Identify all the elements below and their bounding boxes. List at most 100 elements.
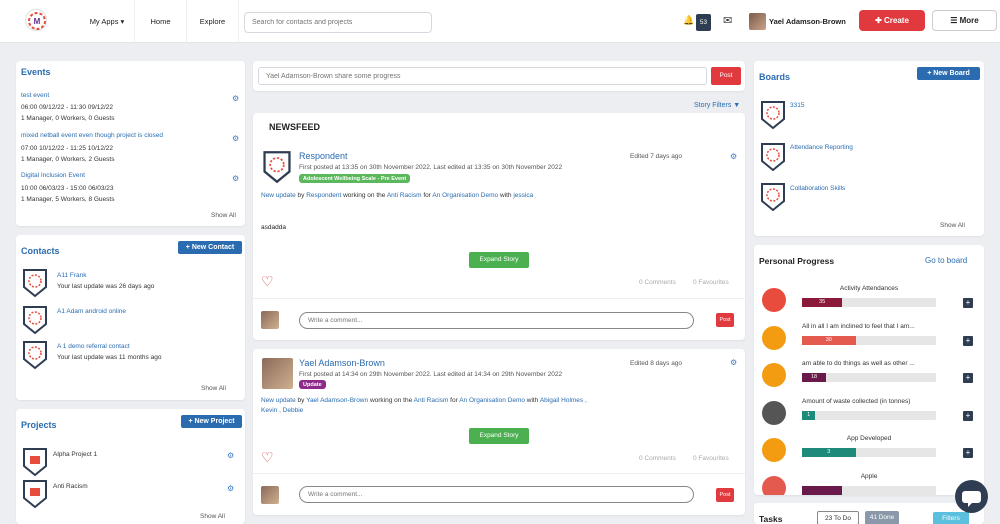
text-for: for <box>450 397 458 404</box>
heart-icon[interactable]: ♡ <box>261 273 274 290</box>
chat-icon[interactable] <box>955 480 988 513</box>
author-link[interactable]: Respondent <box>306 192 341 199</box>
gear-icon[interactable]: ⚙ <box>232 174 239 183</box>
project-link[interactable]: Anti Racism <box>387 192 422 199</box>
go-to-board-link[interactable]: Go to board <box>925 256 967 265</box>
progress-bar-value: 3 <box>802 448 856 457</box>
progress-bar: 35 <box>802 298 936 307</box>
add-progress-button[interactable]: + <box>963 448 973 458</box>
filters-button[interactable]: Filters <box>933 512 969 524</box>
heart-icon[interactable]: ♡ <box>261 449 274 466</box>
comment-post-button[interactable]: Post <box>716 488 734 502</box>
comment-input[interactable] <box>299 486 694 503</box>
contacts-show-all[interactable]: Show All <box>201 385 226 392</box>
story-posted: First posted at 14:34 on 29th November 2… <box>299 371 563 378</box>
gear-icon[interactable]: ⚙ <box>730 152 737 161</box>
contact-name[interactable]: A 1 demo referral contact <box>57 343 130 350</box>
notification-badge[interactable]: 53 <box>696 14 711 31</box>
favourites-count[interactable]: 0 Favourites <box>693 279 729 286</box>
event-time: 10:00 06/03/23 - 15:00 06/03/23 <box>21 185 114 192</box>
story-update-line: New update by Respondent working on the … <box>261 191 561 201</box>
progress-bar: 1 <box>802 410 936 420</box>
projects-show-all[interactable]: Show All <box>200 513 225 520</box>
contact-update: Your last update was 26 days ago <box>57 283 155 290</box>
comment-input[interactable] <box>299 312 694 329</box>
contact-shield-icon <box>22 268 48 298</box>
svg-text:M: M <box>34 17 41 26</box>
expand-story-button[interactable]: Expand Story <box>469 428 529 444</box>
gear-icon[interactable]: ⚙ <box>227 484 234 493</box>
event-name[interactable]: test event <box>21 92 49 99</box>
add-progress-button[interactable]: + <box>963 410 973 421</box>
project-shield-icon <box>22 447 48 477</box>
text-working: working on the <box>343 192 386 199</box>
boards-title: Boards <box>759 72 791 82</box>
new-contact-button[interactable]: + New Contact <box>178 241 242 254</box>
nav-explore[interactable]: Explore <box>187 0 239 43</box>
favourites-count[interactable]: 0 Favourites <box>693 455 729 462</box>
new-project-button[interactable]: + New Project <box>181 415 242 428</box>
organisation-link[interactable]: An Organisation Demo <box>459 397 525 404</box>
personal-progress-card: Personal Progress Go to board Activity A… <box>754 245 984 495</box>
expand-story-button[interactable]: Expand Story <box>469 252 529 268</box>
story-author[interactable]: Yael Adamson-Brown <box>299 358 385 368</box>
boards-show-all[interactable]: Show All <box>940 222 965 229</box>
projects-title: Projects <box>21 420 57 430</box>
user-name[interactable]: Yael Adamson-Brown <box>769 17 846 26</box>
mail-icon[interactable]: ✉ <box>723 14 732 27</box>
comment-post-button[interactable]: Post <box>716 313 734 327</box>
board-name[interactable]: Collaboration Skills <box>790 185 845 192</box>
progress-icon <box>762 400 786 425</box>
share-post-button[interactable]: Post <box>711 67 741 85</box>
story-author[interactable]: Respondent <box>299 151 348 161</box>
more-button[interactable]: ☰ More <box>932 10 997 31</box>
tab-todo[interactable]: 23 To Do <box>817 511 859 524</box>
text-by: by <box>297 192 305 199</box>
my-apps-menu[interactable]: My Apps ▾ <box>80 0 135 43</box>
update-link[interactable]: New update <box>261 397 296 404</box>
events-show-all[interactable]: Show All <box>211 212 236 219</box>
app-logo[interactable]: M <box>25 9 47 31</box>
event-name[interactable]: Digital Inclusion Event <box>21 172 85 179</box>
text-with: with <box>526 397 539 404</box>
board-name[interactable]: Attendance Reporting <box>790 144 853 151</box>
gear-icon[interactable]: ⚙ <box>730 358 737 367</box>
personal-progress-title: Personal Progress <box>759 256 835 266</box>
avatar[interactable] <box>749 13 766 30</box>
progress-icon <box>762 438 786 462</box>
event-name[interactable]: mixed netball event even though project … <box>21 132 163 139</box>
comments-count[interactable]: 0 Comments <box>639 455 676 462</box>
tab-done[interactable]: 41 Done <box>865 511 899 524</box>
story-filters-button[interactable]: Story Filters ▼ <box>694 102 740 109</box>
commenter-avatar <box>261 311 279 329</box>
add-progress-button[interactable]: + <box>963 373 973 383</box>
gear-icon[interactable]: ⚙ <box>227 451 234 460</box>
contact-name[interactable]: A1 Adam android online <box>57 308 126 315</box>
board-name[interactable]: 3315 <box>790 102 804 109</box>
share-progress-input[interactable] <box>258 67 707 85</box>
project-name[interactable]: Anti Racism <box>53 483 88 490</box>
create-button[interactable]: ✚ Create <box>859 10 925 31</box>
add-progress-button[interactable]: + <box>963 298 973 308</box>
search-input[interactable] <box>244 12 432 33</box>
with-link[interactable]: jessica <box>513 192 533 199</box>
bell-icon[interactable]: 🔔 <box>683 15 694 26</box>
nav-home[interactable]: Home <box>135 0 187 43</box>
story-tag: Adolescent Wellbeing Scale - Pre Event <box>299 174 411 183</box>
progress-bar-value: 18 <box>802 373 827 382</box>
add-progress-button[interactable]: + <box>963 335 973 346</box>
comments-count[interactable]: 0 Comments <box>639 279 676 286</box>
events-card: Events test event 06:00 09/12/22 - 11:30… <box>16 61 245 226</box>
progress-bar: 3 <box>802 448 936 457</box>
gear-icon[interactable]: ⚙ <box>232 94 239 103</box>
update-link[interactable]: New update <box>261 192 296 199</box>
gear-icon[interactable]: ⚙ <box>232 134 239 143</box>
new-board-button[interactable]: + New Board <box>917 67 980 80</box>
author-link[interactable]: Yael Adamson-Brown <box>306 397 368 404</box>
contact-name[interactable]: A11 Frank <box>57 272 87 279</box>
project-name[interactable]: Alpha Project 1 <box>53 451 97 458</box>
progress-bar: 18 <box>802 373 936 382</box>
project-link[interactable]: Anti Racism <box>414 397 449 404</box>
organisation-link[interactable]: An Organisation Demo <box>432 192 498 199</box>
story-tag: Update <box>299 380 326 389</box>
